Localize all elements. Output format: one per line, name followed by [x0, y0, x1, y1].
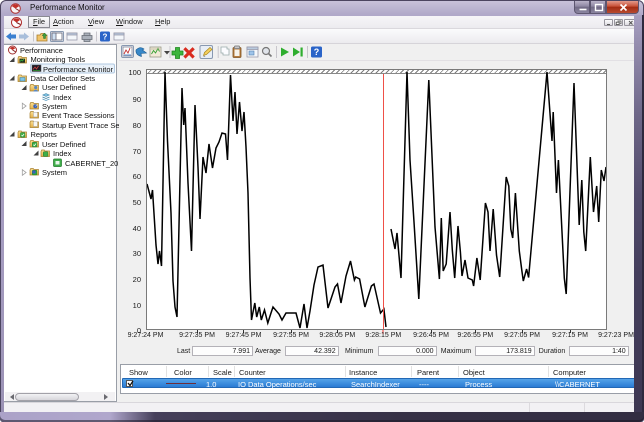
svg-text:?: ?: [103, 33, 108, 42]
svg-text:?: ?: [314, 47, 320, 57]
